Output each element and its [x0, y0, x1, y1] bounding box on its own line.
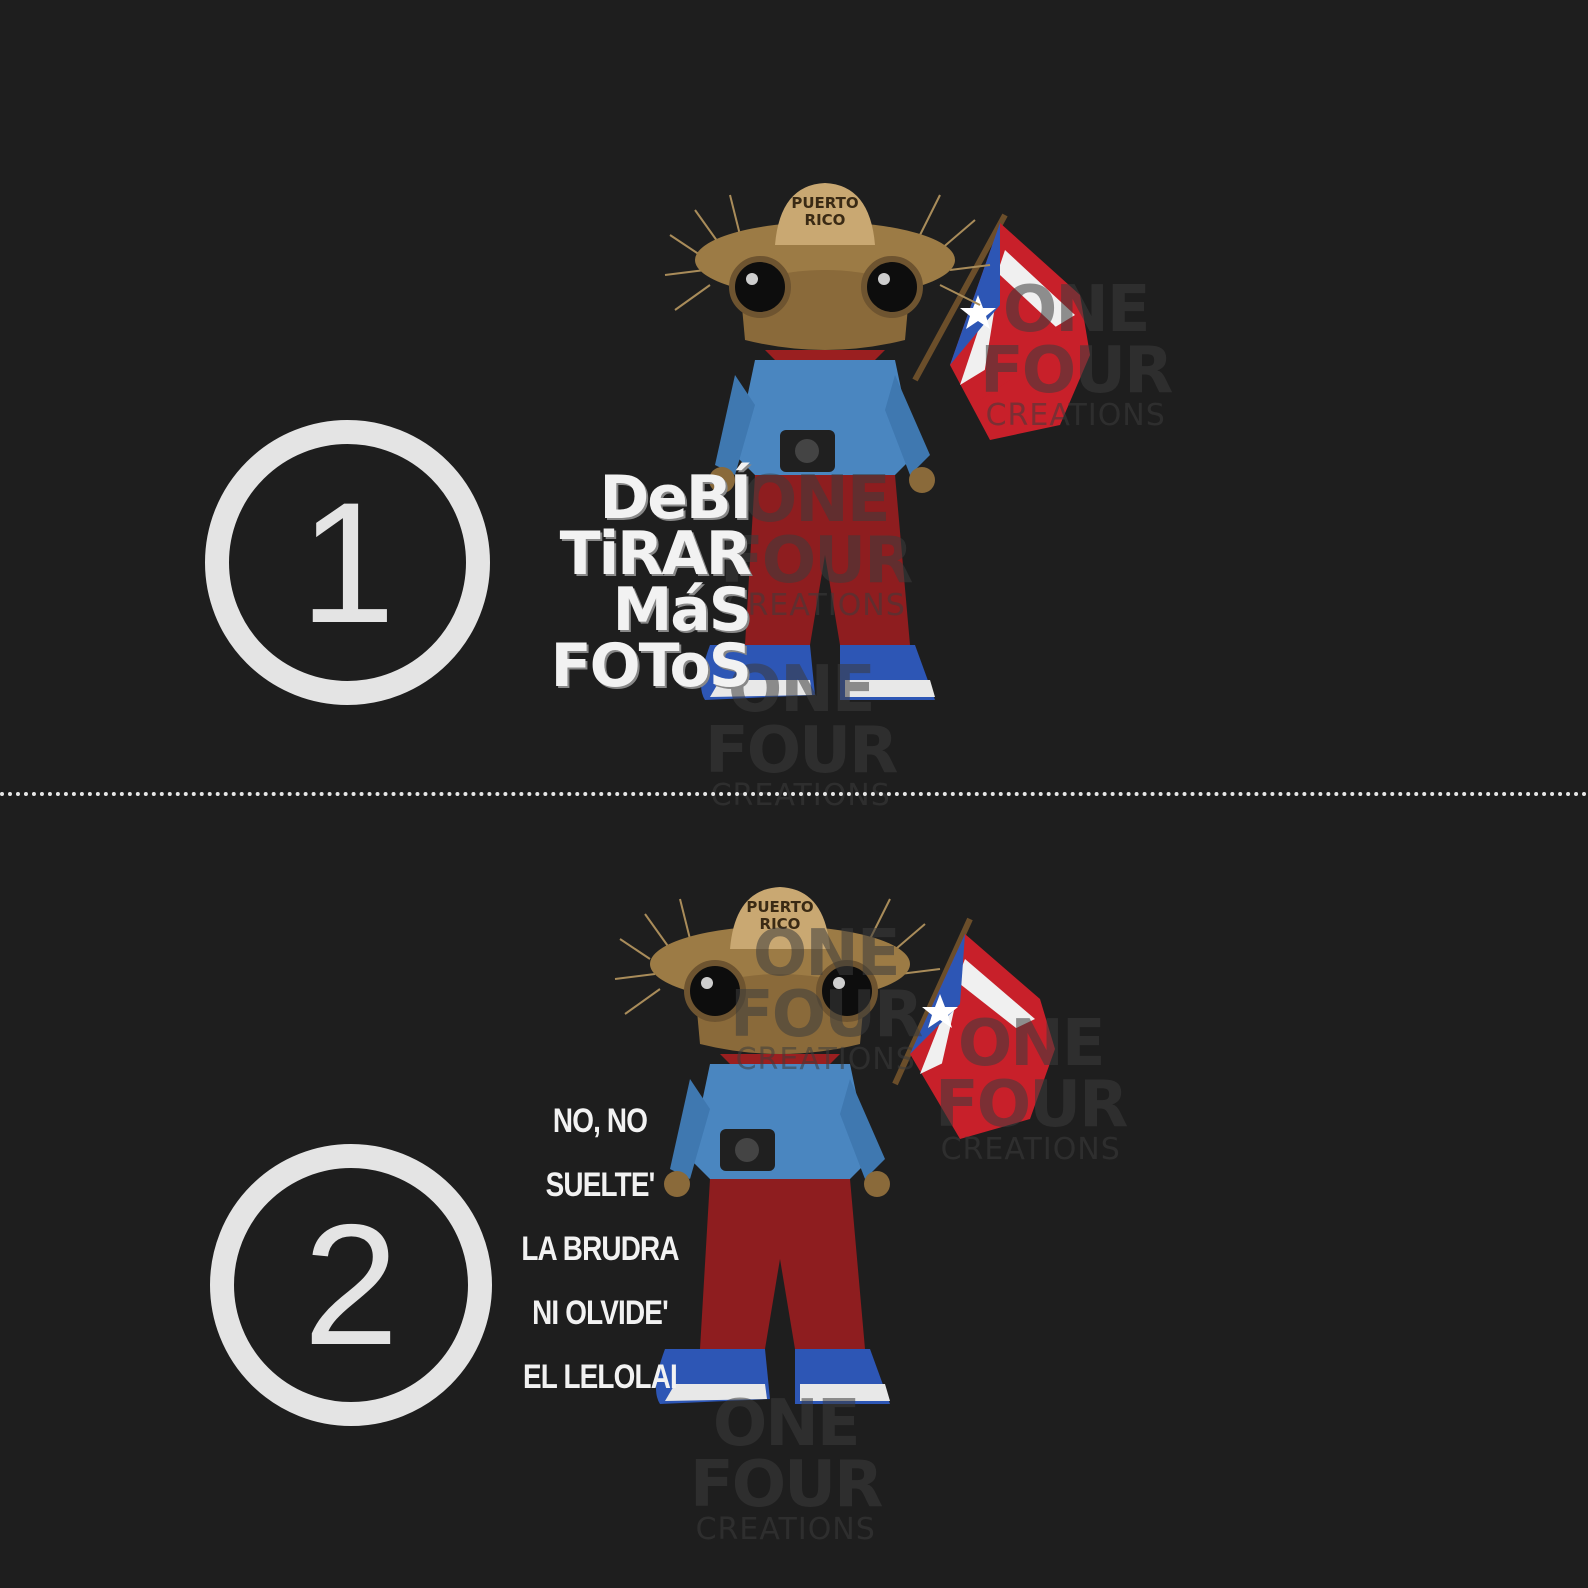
caption-line: SUELTE' — [545, 1166, 656, 1204]
caption-line: NI OLVIDE' — [532, 1294, 669, 1332]
right-eye — [816, 960, 878, 1022]
caption-1: DeBÍ TiRAR MáS FOToS — [505, 463, 752, 701]
number-badge-label: 2 — [303, 1189, 399, 1381]
puerto-rico-flag-icon — [910, 934, 1055, 1139]
right-eye — [861, 256, 923, 318]
red-pants — [745, 475, 910, 645]
caption-line: MáS — [612, 575, 752, 645]
caption-2: NO, NO SUELTE' LA BRUDRA NI OLVIDE' EL L… — [518, 1089, 682, 1409]
hat-text-line-1: PUERTO — [791, 194, 858, 212]
caption-line: NO, NO — [552, 1102, 648, 1140]
left-eye — [729, 256, 791, 318]
caption-line: FOToS — [550, 631, 752, 701]
puerto-rico-flag-icon — [950, 223, 1090, 440]
red-pants — [700, 1179, 865, 1349]
number-badge-label: 1 — [299, 466, 396, 659]
panel-2: 2 PUERTO RICO ONE FOUR CREATIONS ONE FOU… — [0, 794, 1588, 1588]
caption-line: TiRAR — [559, 519, 752, 589]
hat-text-line-2: RICO — [760, 915, 801, 933]
hat-text-line-2: RICO — [805, 211, 846, 229]
number-badge-2: 2 — [210, 1144, 492, 1426]
hat-text-line-1: PUERTO — [746, 898, 813, 916]
caption-line: LA BRUDRA — [521, 1230, 679, 1268]
left-eye — [684, 960, 746, 1022]
number-badge-1: 1 — [205, 420, 490, 705]
caption-line: EL LELOLAI — [523, 1358, 678, 1396]
panel-1: 1 PUERTO RICO ONE FOUR CREATIONS ONE FOU… — [0, 0, 1588, 810]
coqui-illustration-2: PUERTO RICO — [614, 887, 1055, 1404]
caption-line: DeBÍ — [599, 463, 752, 533]
